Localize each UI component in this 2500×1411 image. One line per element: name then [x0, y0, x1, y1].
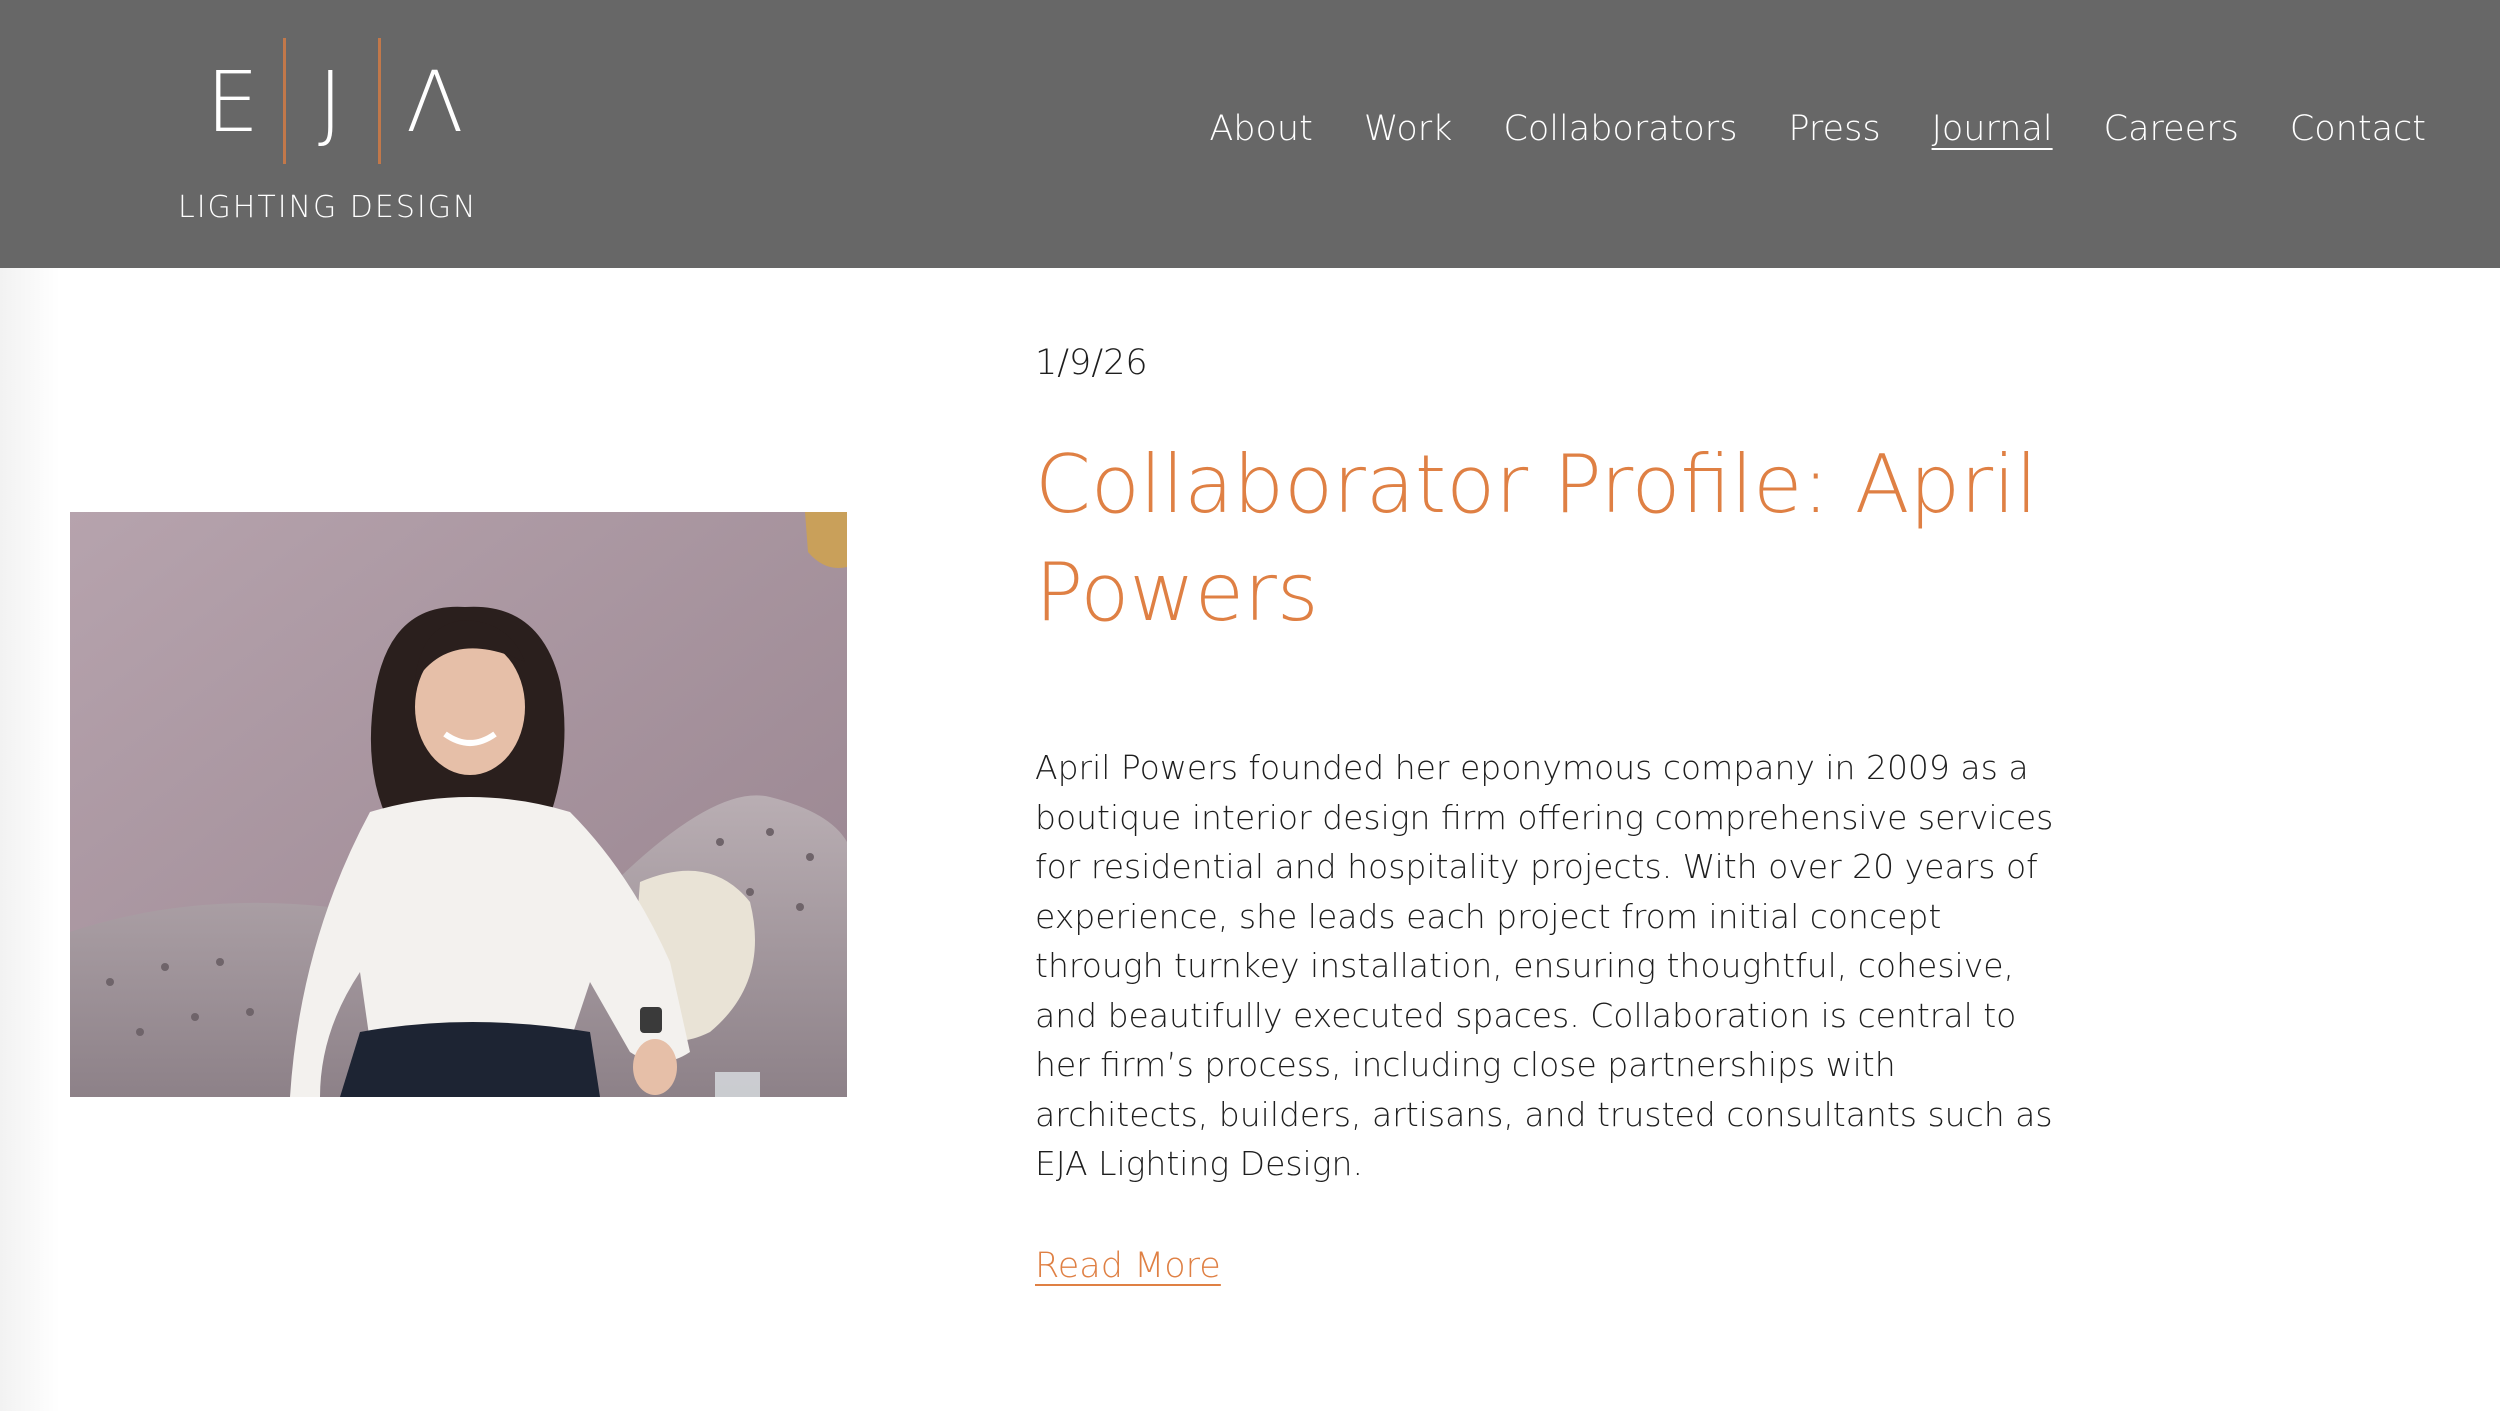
post-title[interactable]: Collaborator Profile: April Powers: [1035, 431, 2055, 647]
main-nav: About Work Collaborators Press Journal C…: [1158, 104, 2426, 154]
post-excerpt: April Powers founded her eponymous compa…: [1035, 748, 2054, 1183]
logo-letter-e: E: [206, 53, 260, 151]
site-header: E J Λ LIGHTING DESIGN About Work Collabo…: [0, 0, 2500, 268]
nav-item-press[interactable]: Press: [1788, 104, 1880, 154]
nav-item-contact[interactable]: Contact: [2290, 104, 2426, 154]
site-logo[interactable]: E J Λ LIGHTING DESIGN: [178, 38, 493, 228]
nav-item-careers[interactable]: Careers: [2104, 104, 2239, 154]
post-date: 1/9/26: [1035, 343, 1148, 383]
nav-item-about[interactable]: About: [1209, 104, 1312, 154]
logo-divider: [378, 38, 381, 164]
portrait-image: [70, 512, 847, 1097]
post-thumbnail[interactable]: [70, 512, 847, 1097]
nav-item-work[interactable]: Work: [1364, 104, 1453, 154]
logo-letter-j: J: [318, 53, 343, 151]
read-more-link[interactable]: Read More: [1035, 1241, 1221, 1291]
nav-item-journal[interactable]: Journal: [1932, 104, 2053, 154]
logo-letter-a: Λ: [406, 53, 464, 151]
logo-subtitle: LIGHTING DESIGN: [178, 190, 478, 225]
page-edge-shade: [0, 268, 60, 1411]
journal-post: 1/9/26 Collaborator Profile: April Power…: [1035, 335, 2055, 1291]
logo-divider: [283, 38, 286, 164]
nav-item-collaborators[interactable]: Collaborators: [1503, 104, 1737, 154]
